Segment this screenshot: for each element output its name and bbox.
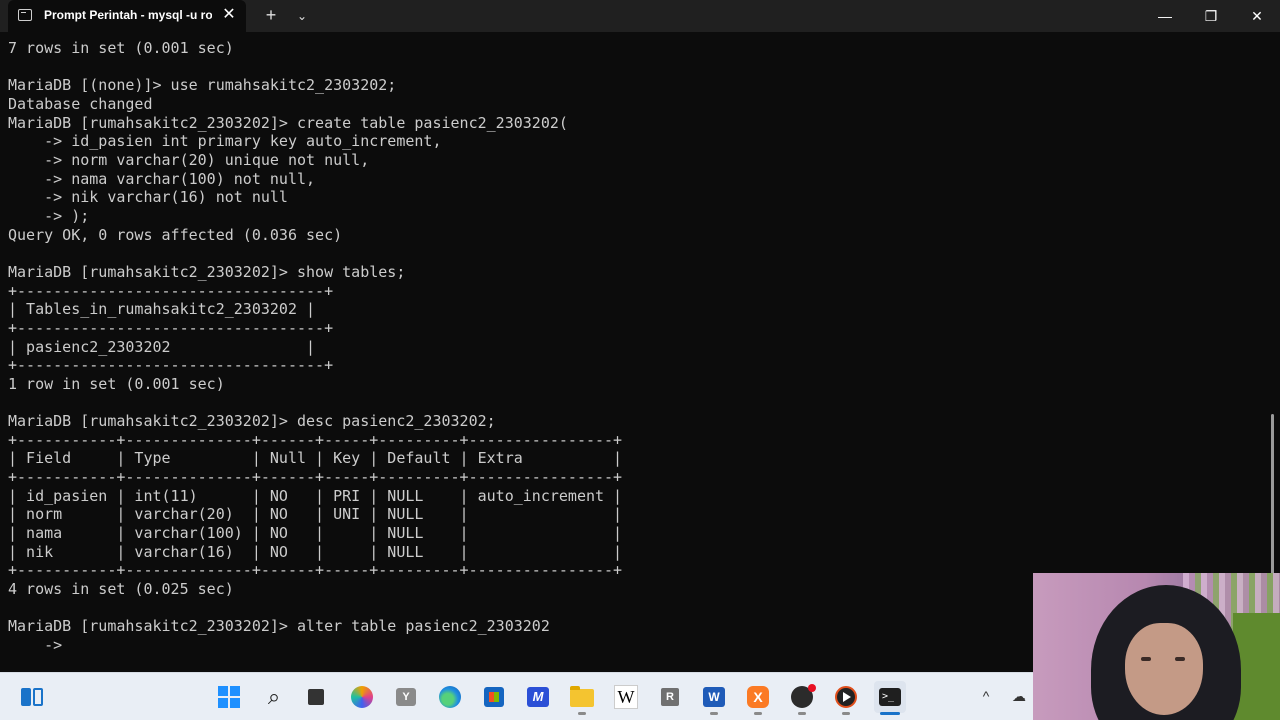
media-player-icon[interactable] [830,681,862,713]
app-icon[interactable]: Y [390,681,422,713]
task-view-icon[interactable] [300,681,332,713]
terminal-line: MariaDB [(none)]> use rumahsakitc2_23032… [8,76,397,95]
new-tab-button[interactable]: + [260,4,282,26]
terminal-line: MariaDB [rumahsakitc2_2303202]> alter ta… [8,617,550,636]
terminal-line: +-----------+--------------+------+-----… [8,430,623,449]
terminal-line: | Tables_in_rumahsakitc2_2303202 | [8,300,316,319]
title-bar: Prompt Perintah - mysql -u root ✕ + ⌄ — … [0,0,1280,32]
running-indicator [754,712,762,715]
running-indicator [710,712,718,715]
terminal-line: 7 rows in set (0.001 sec) [8,39,234,57]
terminal-line: 4 rows in set (0.025 sec) [8,580,234,599]
cloud-icon[interactable]: ☁ [1008,685,1030,707]
editor-icon[interactable]: M [522,681,554,713]
terminal-line: -> ); [8,206,90,225]
terminal-line: MariaDB [rumahsakitc2_2303202]> desc pas… [8,412,496,431]
terminal-line: +-----------+--------------+------+-----… [8,468,623,487]
terminal-icon [18,9,32,21]
terminal-line: +-----------+--------------+------+-----… [8,561,623,580]
windows-start-icon[interactable] [213,681,245,713]
terminal-line: -> id_pasien int primary key auto_increm… [8,132,442,151]
terminal-line: MariaDB [rumahsakitc2_2303202]> create t… [8,113,568,132]
word-icon[interactable]: W [698,681,730,713]
terminal-line: Query OK, 0 rows affected (0.036 sec) [8,225,343,244]
tab-title: Prompt Perintah - mysql -u root [44,8,212,22]
rstudio-icon[interactable]: R [654,681,686,713]
terminal-line: +----------------------------------+ [8,356,334,375]
webcam-overlay [1033,573,1280,720]
terminal-line: 1 row in set (0.001 sec) [8,374,225,393]
terminal-line: | pasienc2_2303202 | [8,337,316,356]
obs-icon[interactable] [786,681,818,713]
tray-chevron-icon[interactable]: ^ [975,685,997,707]
terminal-line: MariaDB [rumahsakitc2_2303202]> show tab… [8,262,406,281]
search-icon[interactable]: ⌕ [258,681,290,713]
edge-icon[interactable] [434,681,466,713]
store-icon[interactable] [478,681,510,713]
terminal-line: -> nik varchar(16) not null [8,188,288,207]
active-indicator [880,712,900,715]
terminal-line: | Field | Type | Null | Key | Default | … [8,449,623,468]
terminal-icon[interactable]: >_ [874,681,906,713]
terminal-line: | id_pasien | int(11) | NO | PRI | NULL … [8,486,623,505]
terminal-line: -> norm varchar(20) unique not null, [8,150,370,169]
terminal-line: +----------------------------------+ [8,318,334,337]
maximize-button[interactable]: ❐ [1188,0,1234,32]
widgets-icon[interactable] [16,681,48,713]
wikipedia-icon[interactable]: W [610,681,642,713]
xampp-icon[interactable]: X [742,681,774,713]
close-window-button[interactable]: ✕ [1234,0,1280,32]
terminal-tab[interactable]: Prompt Perintah - mysql -u root ✕ [8,0,246,32]
running-indicator [842,712,850,715]
minimize-button[interactable]: — [1142,0,1188,32]
terminal-line: -> [8,636,63,654]
tab-close-button[interactable]: ✕ [220,6,238,24]
terminal-line: +----------------------------------+ [8,281,334,300]
terminal-line: | nama | varchar(100) | NO | | NULL | | [8,524,623,543]
running-indicator [798,712,806,715]
running-indicator [578,712,586,715]
terminal-line: -> nama varchar(100) not null, [8,169,316,188]
copilot-icon[interactable] [346,681,378,713]
terminal-line: | nik | varchar(16) | NO | | NULL | | [8,542,623,561]
terminal-lines: 7 rows in set (0.001 sec) MariaDB [(none)… [8,39,622,655]
terminal-line: | norm | varchar(20) | NO | UNI | NULL |… [8,505,623,524]
file-explorer-icon[interactable] [566,681,598,713]
tab-dropdown-button[interactable]: ⌄ [292,6,312,26]
terminal-line: Database changed [8,94,153,113]
